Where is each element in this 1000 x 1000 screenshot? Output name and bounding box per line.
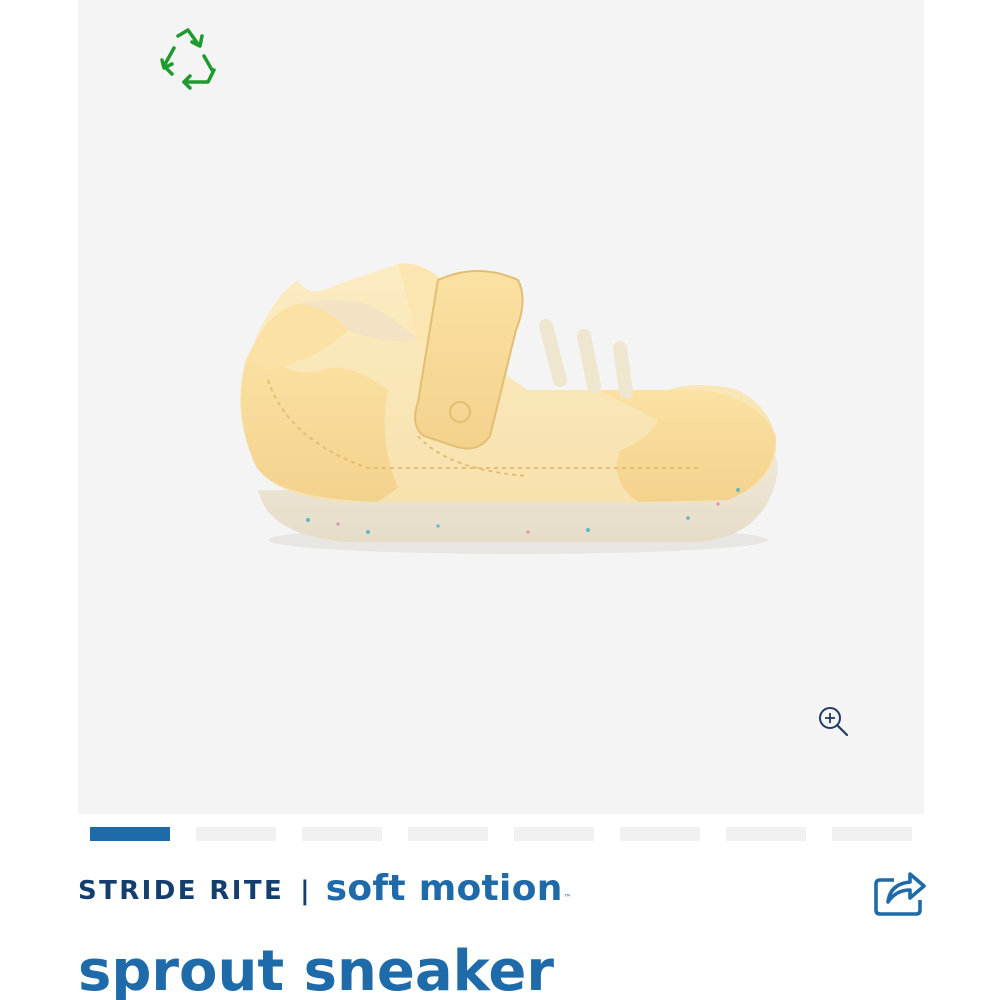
pager-indicator-4[interactable] bbox=[408, 827, 488, 841]
brand-logo[interactable]: STRIDE RITE | soft motion ™ bbox=[78, 866, 572, 916]
product-gallery[interactable] bbox=[78, 0, 924, 814]
pager-indicator-5[interactable] bbox=[514, 827, 594, 841]
trademark-symbol: ™ bbox=[563, 892, 572, 902]
brand-name: STRIDE RITE bbox=[78, 876, 285, 906]
recycle-icon bbox=[160, 28, 216, 90]
pager-indicator-3[interactable] bbox=[302, 827, 382, 841]
pager-indicator-8[interactable] bbox=[832, 827, 912, 841]
pager-indicator-7[interactable] bbox=[726, 827, 806, 841]
share-icon[interactable] bbox=[872, 866, 928, 918]
gallery-pager bbox=[90, 827, 912, 841]
pager-indicator-1[interactable] bbox=[90, 827, 170, 841]
product-image[interactable] bbox=[228, 240, 788, 580]
sub-brand-name: soft motion bbox=[325, 867, 563, 909]
pager-indicator-6[interactable] bbox=[620, 827, 700, 841]
brand-separator: | bbox=[300, 876, 310, 906]
pager-indicator-2[interactable] bbox=[196, 827, 276, 841]
zoom-in-icon[interactable] bbox=[816, 704, 852, 740]
product-title: sprout sneaker bbox=[78, 939, 554, 1000]
